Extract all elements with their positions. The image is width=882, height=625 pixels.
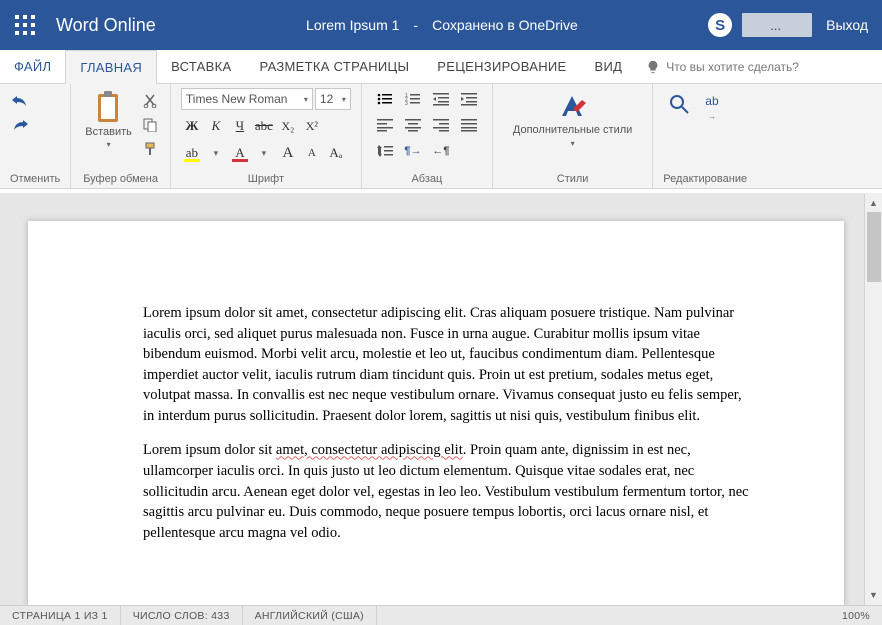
rtl-direction-button[interactable]: ←¶ xyxy=(428,140,454,162)
align-center-button[interactable] xyxy=(400,114,426,136)
bold-button[interactable]: Ж xyxy=(181,115,203,137)
group-styles: Дополнительные стили ▾ Стили xyxy=(493,84,653,188)
paragraph-1[interactable]: Lorem ipsum dolor sit amet, consectetur … xyxy=(143,303,754,426)
group-font: Times New Roman▾ 12▾ Ж К Ч abc X₂ X² ab … xyxy=(171,84,362,188)
copy-button[interactable] xyxy=(140,116,160,134)
document-scroll[interactable]: Lorem ipsum dolor sit amet, consectetur … xyxy=(0,193,864,605)
justify-button[interactable] xyxy=(456,114,482,136)
replace-button[interactable]: ab → xyxy=(699,88,724,121)
find-button[interactable] xyxy=(663,88,695,114)
group-paragraph-label: Абзац xyxy=(372,171,482,186)
group-styles-label: Стили xyxy=(503,171,642,186)
shrink-font-button[interactable]: A xyxy=(301,142,323,164)
format-painter-button[interactable] xyxy=(140,140,160,158)
tab-home[interactable]: ГЛАВНАЯ xyxy=(65,50,157,84)
group-paragraph: 123 ¶→ ←¶ Абзац xyxy=(362,84,493,188)
subscript-button[interactable]: X₂ xyxy=(277,115,299,137)
title-bar: Word Online Lorem Ipsum 1 - Сохранено в … xyxy=(0,0,882,50)
styles-label: Дополнительные стили xyxy=(513,124,632,137)
user-menu[interactable]: ... xyxy=(742,13,812,37)
group-font-label: Шрифт xyxy=(181,171,351,186)
ltr-direction-button[interactable]: ¶→ xyxy=(400,140,426,162)
status-bar: СТРАНИЦА 1 ИЗ 1 ЧИСЛО СЛОВ: 433 АНГЛИЙСК… xyxy=(0,605,882,625)
tab-insert[interactable]: ВСТАВКА xyxy=(157,50,245,83)
superscript-button[interactable]: X² xyxy=(301,115,323,137)
styles-icon xyxy=(556,92,590,122)
status-language[interactable]: АНГЛИЙСКИЙ (США) xyxy=(243,606,377,625)
group-editing-label: Редактирование xyxy=(663,171,747,186)
lightbulb-icon xyxy=(646,60,660,74)
increase-indent-button[interactable] xyxy=(456,88,482,110)
clear-format-button[interactable]: Aₐ xyxy=(325,142,347,164)
group-clipboard: Вставить ▾ Буфер обмена xyxy=(71,84,171,188)
group-clipboard-label: Буфер обмена xyxy=(81,171,160,186)
tab-review[interactable]: РЕЦЕНЗИРОВАНИЕ xyxy=(423,50,580,83)
undo-button[interactable] xyxy=(10,92,30,110)
group-undo: Отменить xyxy=(0,84,71,188)
scroll-down-icon[interactable]: ▼ xyxy=(867,588,881,602)
tell-me-placeholder: Что вы хотите сделать? xyxy=(666,60,799,74)
font-color-button[interactable]: A xyxy=(229,142,251,164)
title-right: S ... Выход xyxy=(708,13,882,37)
align-left-button[interactable] xyxy=(372,114,398,136)
tab-view[interactable]: ВИД xyxy=(581,50,637,83)
app-name: Word Online xyxy=(50,15,176,36)
tab-file[interactable]: ФАЙЛ xyxy=(0,50,65,83)
chevron-down-icon: ▾ xyxy=(342,95,346,104)
signout-link[interactable]: Выход xyxy=(822,17,868,33)
group-editing: ab → Редактирование xyxy=(653,84,757,188)
title-separator: - xyxy=(409,17,422,33)
scroll-up-icon[interactable]: ▲ xyxy=(867,196,881,210)
highlight-button[interactable]: ab xyxy=(181,142,203,164)
svg-text:3: 3 xyxy=(405,101,408,106)
status-word-count[interactable]: ЧИСЛО СЛОВ: 433 xyxy=(121,606,243,625)
strikethrough-button[interactable]: abc xyxy=(253,115,275,137)
cut-button[interactable] xyxy=(140,92,160,110)
skype-icon[interactable]: S xyxy=(708,13,732,37)
app-launcher-button[interactable] xyxy=(0,0,50,50)
highlight-color-bar xyxy=(184,159,200,162)
paste-button[interactable]: Вставить ▾ xyxy=(81,88,136,151)
decrease-indent-button[interactable] xyxy=(428,88,454,110)
number-list-button[interactable]: 123 xyxy=(400,88,426,110)
grow-font-button[interactable]: A xyxy=(277,142,299,164)
ribbon: Отменить Вставить ▾ Буфер обмена Times N… xyxy=(0,84,882,189)
spelling-error[interactable]: amet, consectetur adipiscing elit xyxy=(276,442,463,458)
fontcolor-bar xyxy=(232,159,248,162)
bullet-list-button[interactable] xyxy=(372,88,398,110)
group-undo-label: Отменить xyxy=(10,171,60,186)
more-styles-button[interactable]: Дополнительные стили ▾ xyxy=(503,88,642,148)
tell-me-search[interactable]: Что вы хотите сделать? xyxy=(636,50,809,83)
document-name[interactable]: Lorem Ipsum 1 xyxy=(306,17,399,33)
font-name-select[interactable]: Times New Roman▾ xyxy=(181,88,313,110)
scroll-thumb[interactable] xyxy=(867,212,881,282)
chevron-down-icon: ▾ xyxy=(304,95,308,104)
search-icon xyxy=(669,94,689,114)
document-area: Lorem ipsum dolor sit amet, consectetur … xyxy=(0,193,882,605)
italic-button[interactable]: К xyxy=(205,115,227,137)
vertical-scrollbar[interactable]: ▲ ▼ xyxy=(864,193,882,605)
underline-button[interactable]: Ч xyxy=(229,115,251,137)
ribbon-tabs: ФАЙЛ ГЛАВНАЯ ВСТАВКА РАЗМЕТКА СТРАНИЦЫ Р… xyxy=(0,50,882,84)
align-right-button[interactable] xyxy=(428,114,454,136)
page[interactable]: Lorem ipsum dolor sit amet, consectetur … xyxy=(28,221,844,605)
line-spacing-button[interactable] xyxy=(372,140,398,162)
paragraph-2[interactable]: Lorem ipsum dolor sit amet, consectetur … xyxy=(143,440,754,543)
saved-status: Сохранено в OneDrive xyxy=(432,17,578,33)
document-title-area: Lorem Ipsum 1 - Сохранено в OneDrive xyxy=(176,17,708,33)
status-zoom[interactable]: 100% xyxy=(830,610,882,622)
clipboard-icon xyxy=(94,90,124,124)
redo-button[interactable] xyxy=(10,116,30,134)
status-page-count[interactable]: СТРАНИЦА 1 ИЗ 1 xyxy=(0,606,121,625)
paste-label: Вставить xyxy=(85,126,132,138)
font-size-select[interactable]: 12▾ xyxy=(315,88,351,110)
tab-layout[interactable]: РАЗМЕТКА СТРАНИЦЫ xyxy=(245,50,423,83)
